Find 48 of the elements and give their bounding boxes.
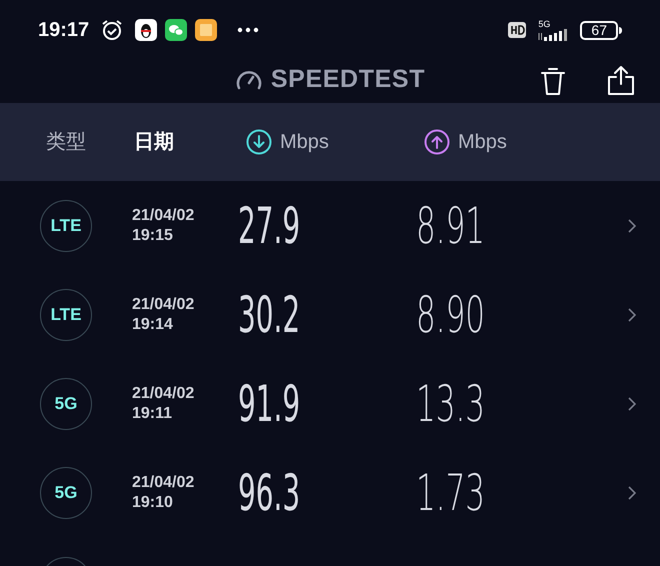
hd-icon: [508, 22, 526, 38]
test-time: 19:15: [132, 226, 174, 246]
test-time: 19:11: [132, 404, 174, 424]
app-title: SPEEDTEST: [270, 64, 426, 96]
column-header[interactable]: 类型: [46, 127, 134, 157]
up-arrow-circle-icon: [424, 129, 450, 155]
penguin-app-icon: [135, 19, 158, 41]
network-type-label: 5G: [538, 20, 550, 28]
clock-time: 19:17: [38, 18, 90, 43]
down-arrow-circle-icon: [246, 129, 272, 155]
more-dots-icon: [237, 27, 260, 33]
download-speed: 30.2: [238, 286, 300, 342]
column-header[interactable]: Mbps: [246, 127, 424, 157]
alarm-clock-icon: [101, 19, 124, 41]
speedometer-icon: [234, 69, 263, 91]
result-row[interactable]: 5G 21/04/02 19:10 96.3 1.73: [0, 448, 660, 537]
download-speed: 91.9: [238, 376, 300, 432]
chevron-right-icon: [628, 218, 636, 232]
network-type-badge: 5G: [40, 466, 92, 518]
chevron-right-icon: [628, 396, 636, 410]
upload-speed: 8.91: [416, 198, 486, 254]
network-type-badge: LTE: [40, 288, 92, 340]
column-header[interactable]: 日期: [134, 127, 246, 157]
download-speed: 96.3: [238, 464, 300, 520]
test-time: 19:14: [132, 314, 174, 334]
trash-icon: [540, 66, 566, 96]
upload-speed: 13.3: [416, 376, 486, 432]
result-row[interactable]: 5G 21/04/02 19:11 91.9 13.3: [0, 359, 660, 448]
test-date: 21/04/02: [132, 472, 196, 492]
test-date: 21/04/02: [132, 294, 196, 314]
signal-bars-icon: [538, 28, 568, 40]
test-date: 21/04/02: [132, 384, 196, 404]
test-time: 19:10: [132, 492, 174, 512]
chevron-right-icon: [628, 308, 636, 322]
chevron-right-icon: [628, 486, 636, 500]
network-type-badge: 5G: [40, 378, 92, 430]
result-row[interactable]: LTE 21/04/02 19:14 30.2 8.90: [0, 270, 660, 359]
share-icon: [606, 64, 636, 96]
column-header[interactable]: Mbps: [424, 127, 624, 157]
download-speed: 27.9: [238, 198, 300, 254]
battery-indicator: 67: [580, 20, 622, 40]
result-row[interactable]: LTE 21/04/02 19:15 27.9 8.91: [0, 181, 660, 270]
network-type-badge: LTE: [40, 200, 92, 252]
test-date: 21/04/02: [132, 206, 196, 226]
chat-app-icon: [165, 19, 188, 41]
upload-speed: 8.90: [416, 286, 486, 342]
upload-speed: 1.73: [416, 464, 486, 520]
gallery-app-icon: [195, 19, 218, 41]
